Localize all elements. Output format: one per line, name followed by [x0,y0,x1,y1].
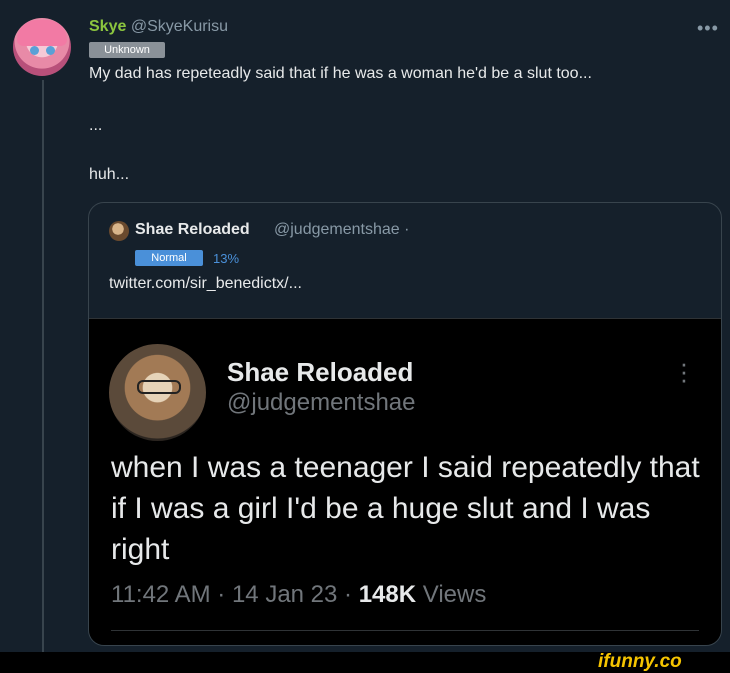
quote-handle[interactable]: @judgementshae · [274,221,409,239]
embed-more-icon: · · · [679,348,689,394]
quote-badge: Normal [135,250,203,266]
quote-percent: 13% [213,251,240,266]
embed-handle: @judgementshae [227,389,416,416]
watermark: ifunny.co [598,651,682,672]
post-text-line-2: ... [89,117,103,134]
quote-link[interactable]: twitter.com/sir_benedictx/... [109,275,302,293]
post-text: My dad has repeteadly said that if he wa… [89,65,592,82]
embed-text: when I was a teenager I said repeatedly … [111,451,700,566]
embed-views-count: 148K [358,581,417,608]
more-options-icon[interactable]: ••• [697,18,719,39]
author-display-name[interactable]: Skye [89,18,126,35]
author-handle[interactable]: @SkyeKurisu [131,18,228,35]
quoted-tweet-card[interactable]: Shae Reloaded @judgementshae · Normal 13… [88,202,722,646]
avatar[interactable] [13,18,71,76]
embed-views-label: Views [416,581,487,608]
post-text-line-3: huh... [89,166,130,183]
thread-line [42,80,44,652]
quote-avatar[interactable] [109,221,129,241]
embed-time: 11:42 AM · 14 Jan 23 · [111,581,359,608]
embedded-tweet-image[interactable]: Shae Reloaded @judgementshae · · · when I … [89,318,721,645]
embed-display-name: Shae Reloaded [227,357,414,387]
user-badge: Unknown [89,42,165,58]
embed-divider [111,630,699,631]
quote-display-name[interactable]: Shae Reloaded [135,221,250,239]
author-row: Skye @SkyeKurisu [89,18,228,36]
embed-avatar [109,344,206,441]
embed-meta: 11:42 AM · 14 Jan 23 · 148K Views [111,581,486,609]
